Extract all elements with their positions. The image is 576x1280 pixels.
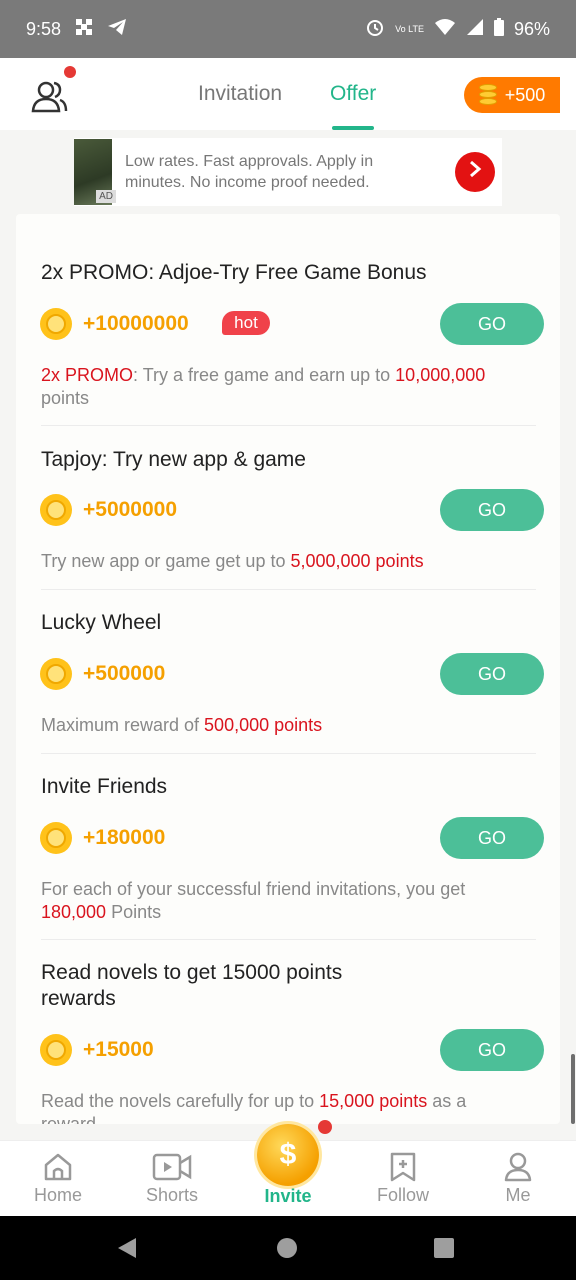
divider bbox=[41, 939, 536, 940]
offer-title: Read novels to get 15000 points rewards bbox=[41, 961, 343, 1010]
back-icon[interactable] bbox=[118, 1238, 136, 1258]
coin-stack-icon bbox=[478, 84, 499, 106]
notification-dot bbox=[64, 66, 76, 78]
ad-arrow-button[interactable] bbox=[455, 152, 495, 192]
recents-icon[interactable] bbox=[434, 1238, 454, 1258]
signal-icon bbox=[466, 18, 484, 41]
status-bar: 9:58 Vo LTE 96% bbox=[0, 0, 576, 58]
nav-label: Shorts bbox=[145, 1185, 199, 1205]
nav-follow[interactable]: Follow bbox=[353, 1151, 453, 1206]
home-circle-icon[interactable] bbox=[277, 1238, 297, 1258]
nav-label: Home bbox=[33, 1185, 82, 1205]
offer-title: Lucky Wheel bbox=[41, 611, 162, 634]
battery-percent: 96% bbox=[513, 18, 550, 39]
wifi-icon bbox=[434, 18, 456, 41]
coin-icon bbox=[40, 308, 72, 340]
nav-home[interactable]: Home bbox=[8, 1151, 108, 1206]
offer-title: Invite Friends bbox=[41, 775, 168, 798]
hot-badge: hot bbox=[222, 311, 270, 335]
offer-points: +500000 bbox=[83, 662, 166, 685]
offer-points: +10000000 bbox=[83, 312, 189, 335]
tab-offer[interactable]: Offer bbox=[330, 82, 376, 106]
battery-icon bbox=[493, 17, 504, 41]
offer-description: For each of your successful friend invit… bbox=[41, 879, 466, 922]
nav-shorts[interactable]: Shorts bbox=[122, 1151, 222, 1206]
points-badge-value: +500 bbox=[504, 84, 546, 105]
offer-points: +5000000 bbox=[83, 498, 178, 521]
ad-text: Low rates. Fast approvals. Apply in minu… bbox=[125, 153, 374, 191]
offer-title: Tapjoy: Try new app & game bbox=[41, 448, 306, 471]
divider bbox=[41, 753, 536, 754]
go-button[interactable]: GO bbox=[440, 303, 544, 345]
offer-description: Maximum reward of 500,000 points bbox=[41, 715, 323, 735]
go-button[interactable]: GO bbox=[440, 489, 544, 531]
nav-label: Follow bbox=[376, 1185, 429, 1205]
offer-description: Try new app or game get up to 5,000,000 … bbox=[41, 551, 424, 571]
telegram-icon bbox=[107, 18, 127, 41]
offer-title: 2x PROMO: Adjoe-Try Free Game Bonus bbox=[41, 261, 427, 284]
volte-icon: Vo LTE bbox=[395, 23, 424, 34]
dollar-coin-icon: $ bbox=[279, 1138, 297, 1171]
alarm-icon bbox=[365, 17, 385, 42]
tab-invitation[interactable]: Invitation bbox=[198, 82, 282, 106]
users-icon bbox=[30, 81, 70, 118]
offer-points: +180000 bbox=[83, 826, 166, 849]
header: Invitation Offer +500 bbox=[0, 58, 576, 130]
ad-banner[interactable]: AD Low rates. Fast approvals. Apply in m… bbox=[74, 138, 502, 206]
go-button[interactable]: GO bbox=[440, 653, 544, 695]
offer-description: Read the novels carefully for up to 15,0… bbox=[41, 1091, 467, 1124]
divider bbox=[41, 425, 536, 426]
nav-label: Me bbox=[505, 1185, 531, 1205]
points-badge[interactable]: +500 bbox=[464, 77, 560, 113]
ad-thumbnail: AD bbox=[74, 139, 116, 205]
offers-list: 2x PROMO: Adjoe-Try Free Game Bonus +100… bbox=[16, 214, 560, 1124]
coin-icon bbox=[40, 658, 72, 690]
app-notification-icon bbox=[75, 18, 93, 41]
status-time: 9:58 bbox=[26, 18, 62, 39]
coin-icon bbox=[40, 494, 72, 526]
nav-invite-label[interactable]: Invite bbox=[238, 1186, 338, 1207]
go-button[interactable]: GO bbox=[440, 817, 544, 859]
video-icon bbox=[152, 1151, 192, 1183]
offer-description: 2x PROMO: Try a free game and earn up to… bbox=[41, 365, 486, 408]
nav-me[interactable]: Me bbox=[468, 1151, 568, 1206]
divider bbox=[41, 589, 536, 590]
scrollbar[interactable] bbox=[571, 1054, 575, 1124]
chevron-right-icon bbox=[468, 160, 482, 184]
coin-icon bbox=[40, 1034, 72, 1066]
nav-invite[interactable]: $ bbox=[257, 1124, 319, 1186]
home-icon bbox=[42, 1151, 74, 1183]
friends-button[interactable] bbox=[30, 78, 70, 114]
coin-icon bbox=[40, 822, 72, 854]
active-tab-indicator bbox=[332, 126, 374, 130]
invite-notification-dot bbox=[318, 1120, 332, 1134]
offer-points: +15000 bbox=[83, 1038, 154, 1061]
system-nav-bar bbox=[0, 1216, 576, 1280]
bookmark-plus-icon bbox=[387, 1151, 419, 1183]
person-icon bbox=[502, 1151, 534, 1183]
go-button[interactable]: GO bbox=[440, 1029, 544, 1071]
ad-label: AD bbox=[96, 190, 116, 203]
